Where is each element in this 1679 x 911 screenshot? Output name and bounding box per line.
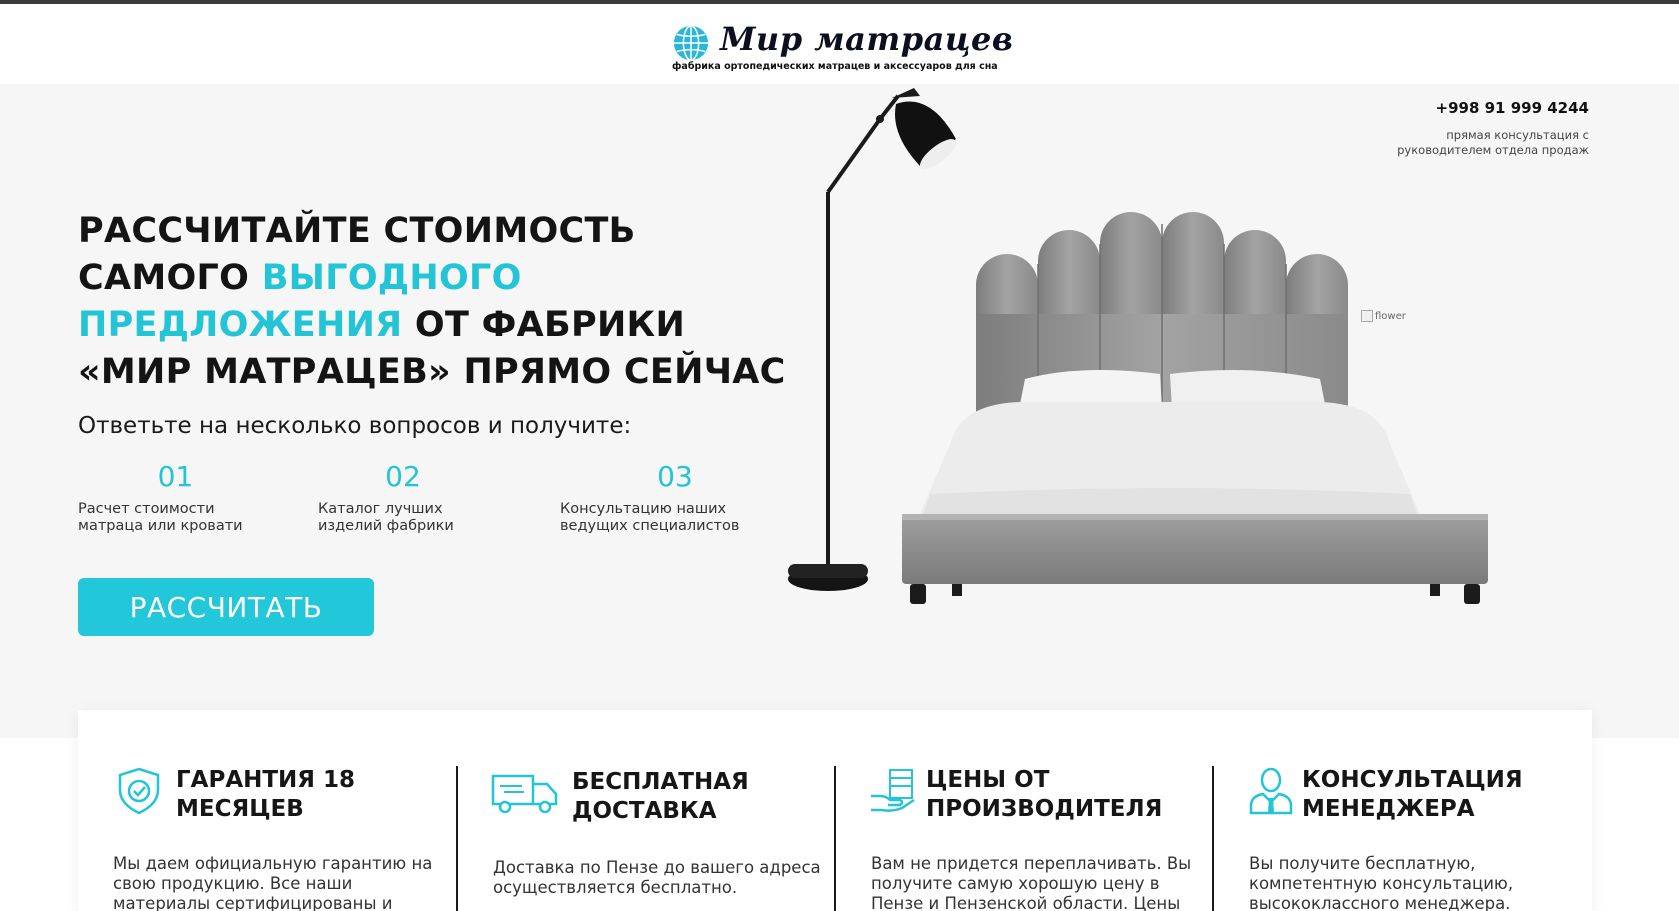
delivery-truck-icon <box>491 774 558 814</box>
broken-image-icon <box>1361 310 1373 322</box>
features-section: Гарантия 18 месяцев Мы даем официальную … <box>78 710 1592 911</box>
broken-image-alt: flower <box>1375 310 1406 322</box>
benefit-item: 03 Консультацию наших ведущих специалист… <box>560 460 760 535</box>
bed <box>902 212 1488 604</box>
broken-image: flower <box>1361 310 1406 322</box>
feature-desc: Мы даем официальную гарантию на свою про… <box>113 854 433 911</box>
logo[interactable]: Мир матрацев фабрика ортопедических матр… <box>672 18 1013 74</box>
site-header: Мир матрацев фабрика ортопедических матр… <box>0 4 1679 84</box>
feature-desc: Вам не придется переплачивать. Вы получи… <box>871 854 1192 911</box>
benefit-item: 01 Расчет стоимости матраца или кровати <box>78 460 278 535</box>
bed-lamp-illustration <box>788 88 1488 604</box>
feature-title: Консультация менеджера <box>1302 767 1523 822</box>
feature-card: Консультация менеджера Вы получите беспл… <box>1214 710 1592 911</box>
brand-name: Мир матрацев <box>720 20 1014 58</box>
feature-desc: Доставка по Пензе до вашего адреса осуще… <box>493 858 821 897</box>
brand-tagline: фабрика ортопедических матрацев и аксесс… <box>672 61 998 72</box>
feature-title: Гарантия 18 месяцев <box>176 767 356 822</box>
benefit-number: 03 <box>657 460 693 493</box>
shield-check-icon <box>118 767 160 815</box>
benefit-number: 01 <box>157 460 194 493</box>
benefit-number: 02 <box>385 460 421 493</box>
feature-card: Бесплатная доставка Доставка по Пензе до… <box>458 710 836 911</box>
feature-title: Цены от производителя <box>926 767 1163 822</box>
benefit-text: Расчет стоимости матраца или кровати <box>78 501 243 534</box>
feature-card: Гарантия 18 месяцев Мы даем официальную … <box>78 710 456 911</box>
hero-headline: Рассчитайте стоимость самого выгодного п… <box>78 208 798 396</box>
feature-card: Цены от производителя Вам не придется пе… <box>836 710 1214 911</box>
globe-icon <box>673 25 709 61</box>
manager-icon <box>1249 767 1293 815</box>
benefit-text: Консультацию наших ведущих специалистов <box>560 501 740 534</box>
hand-money-icon <box>871 769 915 812</box>
feature-title: Бесплатная доставка <box>572 769 749 824</box>
benefit-text: Каталог лучших изделий фабрики <box>318 501 454 534</box>
hero-section: +998 91 999 4244 прямая консультация с р… <box>0 84 1679 738</box>
hero-subtitle: Ответьте на несколько вопросов и получит… <box>78 413 632 439</box>
calculate-button[interactable]: РАССЧИТАТЬ <box>78 578 374 636</box>
feature-desc: Вы получите бесплатную, компетентную кон… <box>1249 854 1514 911</box>
benefit-item: 02 Каталог лучших изделий фабрики <box>318 460 518 535</box>
